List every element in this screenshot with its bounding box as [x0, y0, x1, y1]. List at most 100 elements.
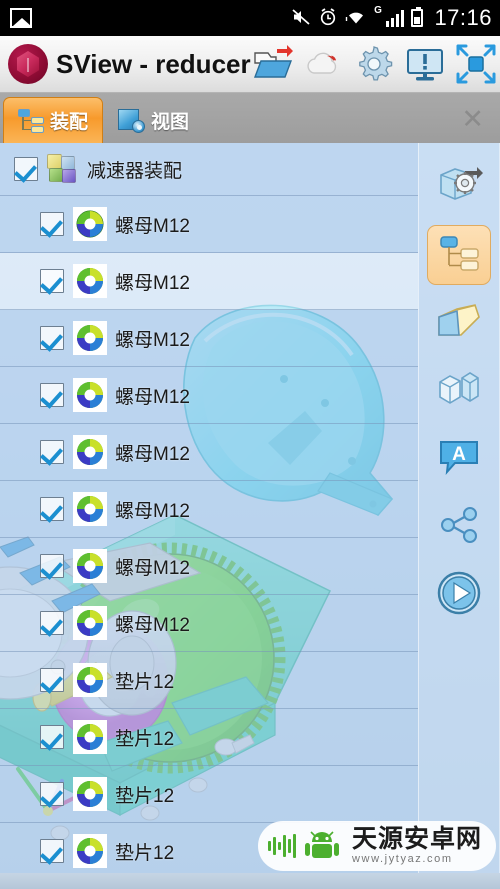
part-gear-icon: [73, 492, 107, 526]
view-cube-icon: [117, 107, 146, 133]
cloud-icon[interactable]: [302, 43, 344, 85]
explode-parts-icon: [436, 368, 482, 415]
tree-item-label: 垫片12: [115, 785, 175, 807]
monitor-alert-icon[interactable]: [404, 43, 446, 85]
tree-item-row[interactable]: 垫片12: [0, 766, 418, 823]
model-settings-icon: [435, 163, 483, 212]
part-gear-icon: [73, 378, 107, 412]
tree-item-label: 螺母M12: [115, 215, 190, 237]
checkbox-checked[interactable]: [40, 269, 64, 293]
checkbox-checked[interactable]: [14, 157, 38, 181]
watermark-site-name: 天源安卓网: [351, 825, 482, 853]
tree-item-label: 螺母M12: [115, 386, 190, 408]
settings-gear-icon[interactable]: [353, 43, 395, 85]
close-panel-icon[interactable]: ✕: [461, 106, 484, 133]
tree-item-row[interactable]: 螺母M12: [0, 310, 418, 367]
checkbox-checked[interactable]: [40, 725, 64, 749]
checkbox-checked[interactable]: [40, 326, 64, 350]
android-robot-icon: [304, 830, 344, 862]
checkbox-checked[interactable]: [40, 782, 64, 806]
assembly-tree-panel[interactable]: 减速器装配 螺母M12 螺母M12 螺母M12 螺母M12 螺母M12 螺母M1…: [0, 143, 418, 873]
tree-item-label: 螺母M12: [115, 443, 190, 465]
watermark-text: 天源安卓网 www.jytyaz.com: [352, 827, 482, 865]
wifi-icon: [345, 8, 367, 29]
sview-logo: [8, 44, 48, 84]
sidebar-item-explode-parts[interactable]: [424, 359, 494, 423]
tab-bar: 装配 视图 ✕: [0, 93, 500, 143]
checkbox-checked[interactable]: [40, 839, 64, 863]
tree-item-label: 螺母M12: [115, 329, 190, 351]
part-gear-icon: [73, 207, 107, 241]
tree-item-row[interactable]: 螺母M12: [0, 253, 418, 310]
tab-view[interactable]: 视图: [103, 97, 203, 143]
tree-item-label: 垫片12: [115, 671, 175, 693]
svg-text:A: A: [452, 444, 466, 465]
tree-root-row[interactable]: 减速器装配: [0, 143, 418, 196]
tree-item-label: 螺母M12: [115, 500, 190, 522]
assembly-tree-icon: [18, 108, 44, 133]
part-gear-icon: [73, 549, 107, 583]
annotation-tag-icon: [435, 301, 483, 346]
open-file-icon[interactable]: [251, 43, 293, 85]
status-bar: G 17:16: [0, 0, 500, 36]
tree-item-label: 螺母M12: [115, 557, 190, 579]
tools-sidebar: A: [418, 143, 500, 873]
part-gear-icon: [73, 435, 107, 469]
part-gear-icon: [73, 834, 107, 868]
image-icon: [10, 8, 32, 28]
share-icon: [437, 505, 481, 550]
tree-item-row[interactable]: 螺母M12: [0, 367, 418, 424]
part-gear-icon: [73, 777, 107, 811]
waveform-icon: [267, 833, 296, 859]
watermark-url: www.jytyaz.com: [351, 853, 453, 865]
status-bar-right: G 17:16: [291, 5, 492, 31]
tree-item-row[interactable]: 螺母M12: [0, 481, 418, 538]
sidebar-item-play-animation[interactable]: [424, 563, 494, 627]
clock-time: 17:16: [434, 5, 492, 30]
tab-assembly[interactable]: 装配: [3, 97, 104, 143]
checkbox-checked[interactable]: [40, 212, 64, 236]
title-bar-actions: [251, 43, 500, 85]
play-animation-icon: [435, 569, 483, 622]
tree-item-label: 螺母M12: [115, 272, 190, 294]
tree-item-row[interactable]: 垫片12: [0, 709, 418, 766]
app-title: SView - reducer: [56, 48, 251, 79]
checkbox-checked[interactable]: [40, 611, 64, 635]
assembly-icon: [47, 154, 77, 184]
tree-item-label: 垫片12: [115, 842, 175, 864]
part-gear-icon: [73, 321, 107, 355]
app-title-bar: SView - reducer: [0, 36, 500, 93]
sidebar-item-assembly-tree[interactable]: [424, 223, 494, 287]
sidebar-item-text-note[interactable]: A: [424, 427, 494, 491]
checkbox-checked[interactable]: [40, 383, 64, 407]
bottom-bar: [0, 873, 500, 889]
assembly-tree-icon: [437, 233, 481, 278]
part-gear-icon: [73, 720, 107, 754]
alarm-clock-icon: [318, 7, 338, 30]
battery-icon: [411, 7, 424, 27]
text-note-icon: A: [437, 437, 481, 482]
sidebar-item-share[interactable]: [424, 495, 494, 559]
signal-icon: [385, 9, 405, 27]
checkbox-checked[interactable]: [40, 440, 64, 464]
tab-assembly-label: 装配: [50, 112, 89, 133]
tree-item-row[interactable]: 螺母M12: [0, 538, 418, 595]
checkbox-checked[interactable]: [40, 554, 64, 578]
fullscreen-icon[interactable]: [455, 43, 497, 85]
mute-icon: [291, 7, 311, 30]
network-type-label: G: [374, 5, 382, 16]
tree-item-label: 垫片12: [115, 728, 175, 750]
checkbox-checked[interactable]: [40, 497, 64, 521]
checkbox-checked[interactable]: [40, 668, 64, 692]
sidebar-item-model-settings[interactable]: [424, 155, 494, 219]
tree-item-label: 螺母M12: [115, 614, 190, 636]
tree-root-label: 减速器装配: [87, 160, 183, 182]
tree-item-row[interactable]: 螺母M12: [0, 196, 418, 253]
status-bar-left: [10, 8, 32, 28]
sidebar-item-annotation-tag[interactable]: [424, 291, 494, 355]
tree-item-row[interactable]: 螺母M12: [0, 595, 418, 652]
site-watermark: 天源安卓网 www.jytyaz.com: [257, 821, 496, 871]
tree-item-row[interactable]: 垫片12: [0, 652, 418, 709]
part-gear-icon: [73, 264, 107, 298]
tree-item-row[interactable]: 螺母M12: [0, 424, 418, 481]
